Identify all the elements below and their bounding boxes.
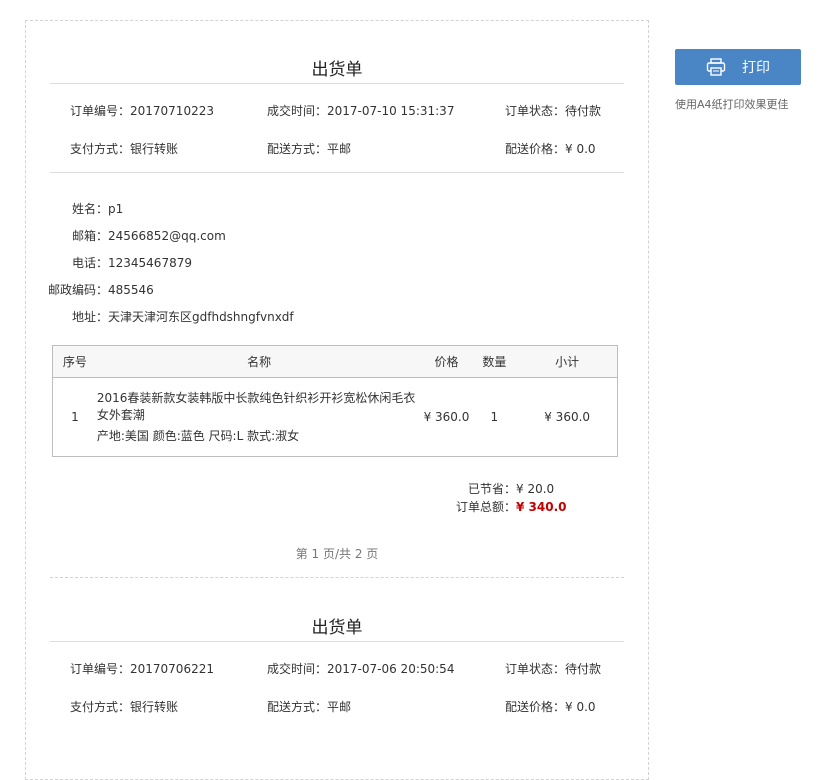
order-number: 订单编号：20170706221 <box>70 662 214 676</box>
saved-label: 已节省： <box>468 482 517 496</box>
row-product: 2016春装新款女装韩版中长款纯色针织衫开衫宽松休闲毛衣 女外套潮 产地:美国 … <box>97 378 422 457</box>
customer-phone: 电话：12345467879 <box>48 254 192 271</box>
invoice-title: 出货单 <box>311 618 363 638</box>
customer-phone-label: 电话： <box>71 256 108 270</box>
shipping-method: 配送方式：平邮 <box>267 700 352 714</box>
shipping-price: 配送价格：¥ 0.0 <box>505 700 596 714</box>
deal-time: 成交时间：2017-07-10 15:31:37 <box>267 104 455 118</box>
total-value: ¥ 340.0 <box>516 500 567 514</box>
payment-method: 支付方式：银行转账 <box>70 142 179 156</box>
print-button[interactable]: 打印 <box>675 49 801 85</box>
customer-name: 姓名：p1 <box>48 200 123 217</box>
divider <box>50 172 624 173</box>
items-table-header: 序号 名称 价格 数量 小计 <box>52 345 618 378</box>
row-price: ¥ 360.0 <box>423 410 470 424</box>
product-name-line2: 女外套潮 <box>96 407 145 422</box>
order-total: 订单总额：¥ 340.0 <box>456 498 567 515</box>
header-subtotal: 小计 <box>517 345 618 378</box>
customer-address: 地址：天津天津河东区gdfhdshngfvnxdf <box>48 308 294 325</box>
customer-name-value: p1 <box>108 202 124 216</box>
printer-icon <box>706 58 726 76</box>
divider <box>50 83 624 84</box>
page-indicator: 第 1 页/共 2 页 <box>295 547 379 561</box>
header-index: 序号 <box>52 345 97 378</box>
saved-value: ¥ 20.0 <box>516 482 555 496</box>
order-status: 订单状态：待付款 <box>505 662 602 676</box>
page-break-divider <box>50 577 624 578</box>
customer-phone-value: 12345467879 <box>108 256 192 270</box>
customer-name-label: 姓名： <box>71 202 108 216</box>
payment-method: 支付方式：银行转账 <box>70 700 179 714</box>
header-price: 价格 <box>421 345 472 378</box>
customer-email-value: 24566852@qq.com <box>108 229 226 243</box>
table-row: 1 2016春装新款女装韩版中长款纯色针织衫开衫宽松休闲毛衣 女外套潮 产地:美… <box>53 378 618 457</box>
customer-address-value: 天津天津河东区gdfhdshngfvnxdf <box>108 310 294 324</box>
invoice-title: 出货单 <box>311 60 363 80</box>
items-table: 序号 名称 价格 数量 小计 1 2016春装新款女装韩版中长款纯色针织衫开衫宽… <box>52 345 618 457</box>
total-label: 订单总额： <box>456 500 517 514</box>
customer-postcode: 邮政编码：485546 <box>48 281 154 298</box>
customer-address-label: 地址： <box>71 310 108 324</box>
divider <box>50 641 624 642</box>
shipping-method: 配送方式：平邮 <box>267 142 352 156</box>
shipping-price: 配送价格：¥ 0.0 <box>505 142 596 156</box>
saved-amount: 已节省：¥ 20.0 <box>468 480 554 497</box>
customer-email: 邮箱：24566852@qq.com <box>48 227 226 244</box>
print-button-label: 打印 <box>742 60 770 76</box>
product-spec: 产地:美国 颜色:蓝色 尺码:L 款式:淑女 <box>96 428 300 443</box>
header-name: 名称 <box>96 345 422 378</box>
row-index: 1 <box>71 410 79 424</box>
customer-email-label: 邮箱： <box>71 229 108 243</box>
print-hint: 使用A4纸打印效果更佳 <box>675 98 789 111</box>
header-qty: 数量 <box>471 345 518 378</box>
deal-time: 成交时间：2017-07-06 20:50:54 <box>267 662 455 676</box>
order-status: 订单状态：待付款 <box>505 104 602 118</box>
row-subtotal: ¥ 360.0 <box>544 410 591 424</box>
customer-postcode-value: 485546 <box>108 283 154 297</box>
customer-postcode-label: 邮政编码： <box>48 283 109 297</box>
row-qty: 1 <box>490 410 499 424</box>
product-name-line1: 2016春装新款女装韩版中长款纯色针织衫开衫宽松休闲毛衣 <box>96 390 416 405</box>
order-number: 订单编号：20170710223 <box>70 104 214 118</box>
